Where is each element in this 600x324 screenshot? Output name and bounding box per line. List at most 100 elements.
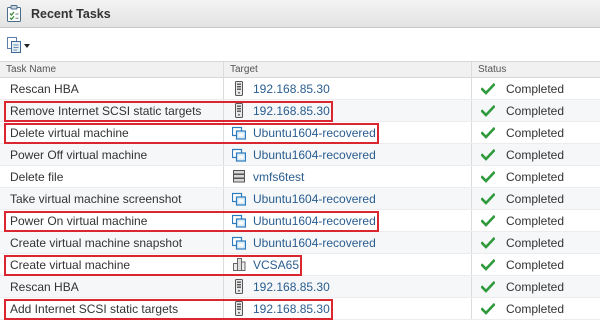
target-cell: vmfs6test xyxy=(223,166,471,187)
status-cell: Completed xyxy=(471,122,600,143)
virtual-machine-icon xyxy=(232,125,246,140)
table-row[interactable]: Power On virtual machine Ubuntu1604-recov… xyxy=(0,210,600,232)
task-name-cell: Rescan HBA xyxy=(10,279,79,294)
table-row[interactable]: Take virtual machine screenshot Ubuntu160… xyxy=(0,188,600,210)
task-name-cell: Delete virtual machine xyxy=(10,125,129,140)
check-icon xyxy=(481,82,495,95)
target-cell: 192.168.85.30 xyxy=(223,100,471,121)
status-text: Completed xyxy=(506,125,565,140)
task-name-cell: Power On virtual machine xyxy=(10,213,148,228)
table-row[interactable]: Create virtual machine snapshot Ubuntu160… xyxy=(0,232,600,254)
task-name-cell: Remove Internet SCSI static targets xyxy=(10,103,202,118)
table-row[interactable]: Delete file vmfs6test Completed xyxy=(0,166,600,188)
task-name-cell: Rescan HBA xyxy=(10,81,79,96)
status-text: Completed xyxy=(506,147,565,162)
status-cell: Completed xyxy=(471,100,600,121)
check-icon xyxy=(481,258,495,271)
target-link[interactable]: VCSA65 xyxy=(253,258,299,272)
table-row[interactable]: Power Off virtual machine Ubuntu1604-reco… xyxy=(0,144,600,166)
check-icon xyxy=(481,302,495,315)
virtual-machine-icon xyxy=(232,235,246,250)
check-icon xyxy=(481,236,495,249)
target-link[interactable]: 192.168.85.30 xyxy=(253,104,330,118)
target-cell: VCSA65 xyxy=(223,254,471,275)
virtual-machine-icon xyxy=(232,213,246,228)
task-name-cell: Delete file xyxy=(10,169,64,184)
host-server-icon xyxy=(232,103,246,118)
check-icon xyxy=(481,280,495,293)
target-link[interactable]: 192.168.85.30 xyxy=(253,82,330,96)
status-text: Completed xyxy=(506,279,565,294)
export-dropdown-button[interactable] xyxy=(7,36,30,53)
table-row[interactable]: Remove Internet SCSI static targets 192.1… xyxy=(0,100,600,122)
table-row[interactable]: Rescan HBA 192.168.85.30 Completed xyxy=(0,78,600,100)
check-icon xyxy=(481,214,495,227)
recent-tasks-header: Recent Tasks xyxy=(0,0,600,28)
target-link[interactable]: vmfs6test xyxy=(253,170,304,184)
check-icon xyxy=(481,104,495,117)
datastore-icon xyxy=(232,169,246,184)
table-row[interactable]: Create virtual machine VCSA65 Completed xyxy=(0,254,600,276)
target-cell: Ubuntu1604-recovered xyxy=(223,122,471,143)
task-name-cell: Create virtual machine snapshot xyxy=(10,235,183,250)
table-body: Rescan HBA 192.168.85.30 Completed Remove I… xyxy=(0,78,600,320)
target-link[interactable]: 192.168.85.30 xyxy=(253,302,330,316)
status-cell: Completed xyxy=(471,232,600,253)
vm-folder-icon xyxy=(232,257,246,272)
status-text: Completed xyxy=(506,213,565,228)
target-link[interactable]: Ubuntu1604-recovered xyxy=(253,192,376,206)
check-icon xyxy=(481,148,495,161)
status-cell: Completed xyxy=(471,78,600,99)
target-cell: 192.168.85.30 xyxy=(223,78,471,99)
target-link[interactable]: Ubuntu1604-recovered xyxy=(253,214,376,228)
status-cell: Completed xyxy=(471,254,600,275)
target-cell: Ubuntu1604-recovered xyxy=(223,210,471,231)
check-icon xyxy=(481,192,495,205)
task-name-cell: Add Internet SCSI static targets xyxy=(10,301,179,316)
task-name-cell: Take virtual machine screenshot xyxy=(10,191,182,206)
target-cell: Ubuntu1604-recovered xyxy=(223,188,471,209)
target-cell: Ubuntu1604-recovered xyxy=(223,232,471,253)
status-cell: Completed xyxy=(471,144,600,165)
virtual-machine-icon xyxy=(232,191,246,206)
status-text: Completed xyxy=(506,81,565,96)
status-cell: Completed xyxy=(471,210,600,231)
table-row[interactable]: Add Internet SCSI static targets 192.168.… xyxy=(0,298,600,320)
target-cell: Ubuntu1604-recovered xyxy=(223,144,471,165)
column-header-task-name[interactable]: Task Name xyxy=(0,62,223,77)
tasks-clipboard-icon xyxy=(6,5,22,22)
target-cell: 192.168.85.30 xyxy=(223,298,471,319)
host-server-icon xyxy=(232,81,246,96)
status-cell: Completed xyxy=(471,166,600,187)
status-text: Completed xyxy=(506,301,565,316)
tasks-toolbar xyxy=(0,28,600,61)
check-icon xyxy=(481,170,495,183)
host-server-icon xyxy=(232,279,246,294)
target-cell: 192.168.85.30 xyxy=(223,276,471,297)
target-link[interactable]: Ubuntu1604-recovered xyxy=(253,236,376,250)
copy-document-icon xyxy=(7,36,22,53)
table-row[interactable]: Delete virtual machine Ubuntu1604-recover… xyxy=(0,122,600,144)
target-link[interactable]: 192.168.85.30 xyxy=(253,280,330,294)
panel-title: Recent Tasks xyxy=(31,6,111,21)
status-text: Completed xyxy=(506,191,565,206)
recent-tasks-table: Task Name Target Status Rescan HBA 192.16… xyxy=(0,61,600,320)
host-server-icon xyxy=(232,301,246,316)
status-cell: Completed xyxy=(471,188,600,209)
virtual-machine-icon xyxy=(232,147,246,162)
target-link[interactable]: Ubuntu1604-recovered xyxy=(253,126,376,140)
task-name-cell: Power Off virtual machine xyxy=(10,147,148,162)
task-name-cell: Create virtual machine xyxy=(10,257,131,272)
table-row[interactable]: Rescan HBA 192.168.85.30 Completed xyxy=(0,276,600,298)
target-link[interactable]: Ubuntu1604-recovered xyxy=(253,148,376,162)
status-text: Completed xyxy=(506,235,565,250)
column-header-status[interactable]: Status xyxy=(471,62,600,77)
status-cell: Completed xyxy=(471,276,600,297)
status-text: Completed xyxy=(506,257,565,272)
status-text: Completed xyxy=(506,103,565,118)
check-icon xyxy=(481,126,495,139)
column-header-target[interactable]: Target xyxy=(223,62,471,77)
chevron-down-icon xyxy=(24,43,30,48)
table-header: Task Name Target Status xyxy=(0,61,600,78)
status-text: Completed xyxy=(506,169,565,184)
